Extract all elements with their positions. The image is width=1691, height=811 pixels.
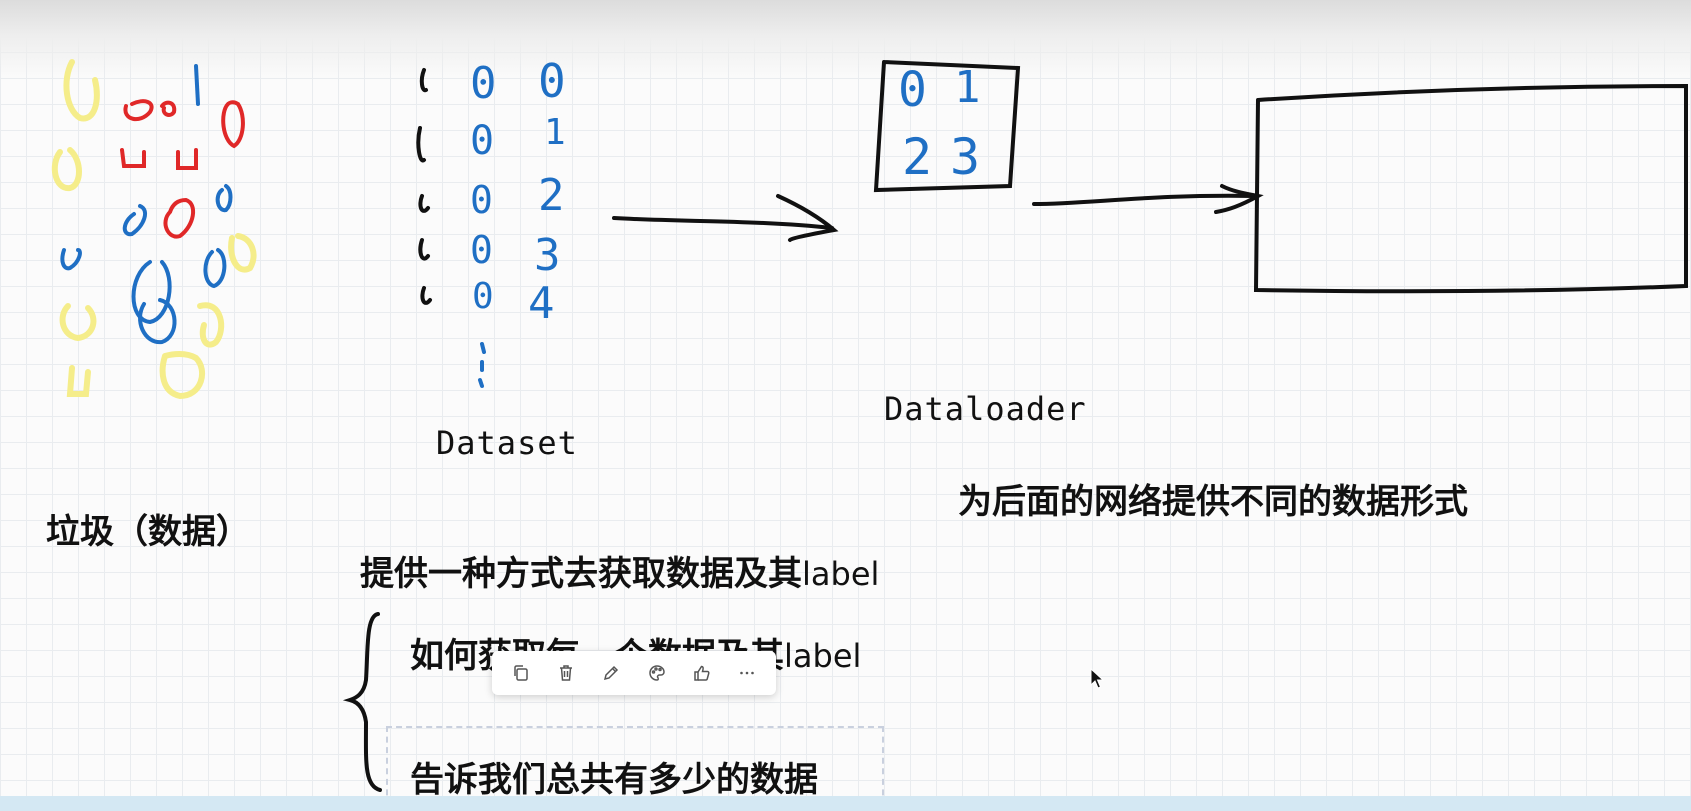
network-box [1253, 83, 1688, 294]
dataset-col3-cell: 4 [528, 278, 556, 329]
dataset-label: Dataset [436, 424, 578, 462]
dataset-to-dataloader-arrow [612, 194, 839, 242]
curly-brace [342, 612, 382, 792]
dataset-col2-cell: 0 [472, 276, 495, 317]
dataset-column-1 [416, 68, 432, 305]
bottom-band [0, 796, 1691, 811]
more-icon [740, 671, 755, 675]
color-button[interactable] [640, 656, 674, 690]
dataset-purpose-suffix: label [802, 555, 880, 593]
dataloader-to-network-arrow [1032, 184, 1264, 214]
context-toolbar [492, 651, 776, 695]
dataset-col3-cell: 2 [538, 170, 566, 221]
mouse-cursor-icon [1090, 668, 1104, 689]
dataset-purpose-text: 提供一种方式去获取数据及其 [360, 554, 802, 594]
copy-button[interactable] [504, 656, 538, 690]
dataset-col2-cell: 0 [470, 228, 494, 272]
batch-value: 2 [902, 128, 934, 186]
garbage-data-note[interactable]: 垃圾（数据） [46, 504, 250, 553]
get-item-suffix: label [784, 637, 862, 675]
edit-icon [604, 665, 619, 681]
dataloader-purpose-note[interactable]: 为后面的网络提供不同的数据形式 [958, 474, 1468, 523]
drawing-canvas [51, 59, 1688, 792]
dataset-col3-cell: 0 [538, 54, 567, 108]
color-palette-icon [648, 665, 665, 681]
dataset-purpose-note[interactable]: 提供一种方式去获取数据及其label [360, 546, 879, 595]
dataset-col3-cell: 1 [544, 112, 567, 153]
dataset-col2-cell: 0 [470, 58, 498, 109]
dataloader-label: Dataloader [884, 390, 1087, 428]
more-button[interactable] [730, 656, 764, 690]
like-button[interactable] [685, 656, 719, 690]
delete-icon [559, 665, 572, 681]
batch-value: 1 [954, 62, 982, 113]
dataset-col3-cell: 3 [534, 230, 562, 281]
dataset-col2-cell: 0 [470, 118, 496, 164]
copy-icon [513, 665, 528, 681]
thumbs-up-icon [694, 665, 710, 681]
delete-button[interactable] [549, 656, 583, 690]
garbage-red-blobs [120, 99, 245, 239]
dataset-col2-cell: 0 [470, 178, 494, 222]
dataset-ellipsis [478, 342, 486, 388]
garbage-blue-blobs [60, 64, 233, 345]
edit-button[interactable] [594, 656, 628, 690]
batch-value: 0 [898, 62, 928, 118]
length-note[interactable]: 告诉我们总共有多少的数据 [410, 752, 818, 801]
batch-value: 3 [950, 128, 982, 186]
